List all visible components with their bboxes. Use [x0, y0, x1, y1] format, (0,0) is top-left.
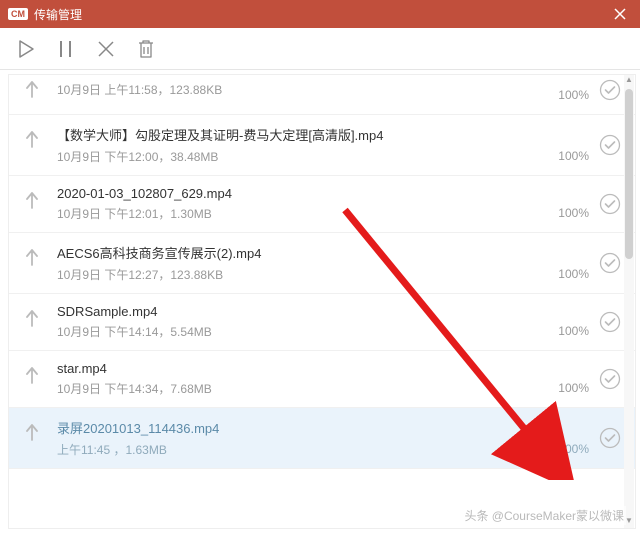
close-icon: [613, 7, 627, 21]
pause-button[interactable]: [52, 35, 80, 63]
transfer-list: 10月9日 上午11:58，123.88KB 100% 【数学大师】勾股定理及其…: [8, 74, 636, 529]
item-status-icon: [599, 427, 621, 449]
upload-direction-icon: [23, 79, 47, 104]
upload-icon: [23, 308, 41, 328]
item-progress: 100%: [558, 88, 589, 102]
list-item[interactable]: AECS6高科技商务宣传展示(2).mp4 10月9日 下午12:27，123.…: [9, 233, 635, 294]
item-status-icon: [599, 79, 621, 101]
item-meta: 10月9日 下午12:00，38.48MB: [57, 148, 548, 165]
item-status-icon: [599, 368, 621, 390]
upload-direction-icon: [23, 247, 47, 272]
item-meta: 10月9日 下午12:27，123.88KB: [57, 266, 548, 283]
check-circle-icon: [599, 252, 621, 274]
upload-icon: [23, 422, 41, 442]
item-status-icon: [599, 134, 621, 156]
close-button[interactable]: [608, 2, 632, 26]
trash-icon: [136, 38, 156, 60]
item-meta: 10月9日 上午11:58，123.88KB: [57, 81, 548, 98]
item-info: AECS6高科技商务宣传展示(2).mp4 10月9日 下午12:27，123.…: [57, 243, 548, 283]
item-status-icon: [599, 193, 621, 215]
upload-icon: [23, 79, 41, 99]
item-filename: 录屏20201013_114436.mp4: [57, 418, 548, 437]
upload-direction-icon: [23, 422, 47, 447]
item-meta: 上午11:45 ，1.63MB: [57, 441, 548, 458]
item-info: 10月9日 上午11:58，123.88KB: [57, 81, 548, 98]
watermark: 头条 @CourseMaker蒙以微课: [462, 506, 626, 525]
upload-direction-icon: [23, 190, 47, 215]
cancel-icon: [96, 39, 116, 59]
scrollbar[interactable]: ▲ ▼: [624, 75, 634, 528]
pause-icon: [56, 38, 76, 60]
toolbar: [0, 28, 640, 70]
cancel-button[interactable]: [92, 35, 120, 63]
delete-button[interactable]: [132, 35, 160, 63]
upload-direction-icon: [23, 129, 47, 154]
item-progress: 100%: [558, 267, 589, 281]
check-circle-icon: [599, 427, 621, 449]
item-progress: 100%: [558, 442, 589, 456]
check-circle-icon: [599, 311, 621, 333]
list-item[interactable]: 2020-01-03_102807_629.mp4 10月9日 下午12:01，…: [9, 176, 635, 233]
item-filename: 【数学大师】勾股定理及其证明-费马大定理[高清版].mp4: [57, 125, 548, 144]
list-item[interactable]: SDRSample.mp4 10月9日 下午14:14，5.54MB 100%: [9, 294, 635, 351]
item-info: 【数学大师】勾股定理及其证明-费马大定理[高清版].mp4 10月9日 下午12…: [57, 125, 548, 165]
upload-icon: [23, 247, 41, 267]
item-info: star.mp4 10月9日 下午14:34，7.68MB: [57, 361, 548, 397]
item-filename: AECS6高科技商务宣传展示(2).mp4: [57, 243, 548, 262]
item-status-icon: [599, 252, 621, 274]
item-meta: 10月9日 下午14:14，5.54MB: [57, 323, 548, 340]
titlebar: CM 传输管理: [0, 0, 640, 28]
upload-icon: [23, 129, 41, 149]
upload-icon: [23, 190, 41, 210]
play-icon: [15, 38, 37, 60]
list-item[interactable]: 录屏20201013_114436.mp4 上午11:45 ，1.63MB 10…: [9, 408, 635, 469]
item-info: 2020-01-03_102807_629.mp4 10月9日 下午12:01，…: [57, 186, 548, 222]
upload-icon: [23, 365, 41, 385]
item-filename: star.mp4: [57, 361, 548, 376]
item-progress: 100%: [558, 206, 589, 220]
item-progress: 100%: [558, 381, 589, 395]
scroll-up-icon: ▲: [624, 75, 634, 87]
upload-direction-icon: [23, 308, 47, 333]
window-title: 传输管理: [34, 6, 608, 23]
check-circle-icon: [599, 79, 621, 101]
app-logo: CM: [8, 8, 28, 20]
play-button[interactable]: [12, 35, 40, 63]
list-item[interactable]: 【数学大师】勾股定理及其证明-费马大定理[高清版].mp4 10月9日 下午12…: [9, 115, 635, 176]
item-filename: 2020-01-03_102807_629.mp4: [57, 186, 548, 201]
item-info: 录屏20201013_114436.mp4 上午11:45 ，1.63MB: [57, 418, 548, 458]
item-meta: 10月9日 下午12:01，1.30MB: [57, 205, 548, 222]
item-meta: 10月9日 下午14:34，7.68MB: [57, 380, 548, 397]
item-progress: 100%: [558, 324, 589, 338]
upload-direction-icon: [23, 365, 47, 390]
item-status-icon: [599, 311, 621, 333]
list-item[interactable]: star.mp4 10月9日 下午14:34，7.68MB 100%: [9, 351, 635, 408]
check-circle-icon: [599, 193, 621, 215]
check-circle-icon: [599, 134, 621, 156]
list-item[interactable]: 10月9日 上午11:58，123.88KB 100%: [9, 75, 635, 115]
item-info: SDRSample.mp4 10月9日 下午14:14，5.54MB: [57, 304, 548, 340]
check-circle-icon: [599, 368, 621, 390]
item-filename: SDRSample.mp4: [57, 304, 548, 319]
item-progress: 100%: [558, 149, 589, 163]
scrollbar-thumb[interactable]: [625, 89, 633, 259]
